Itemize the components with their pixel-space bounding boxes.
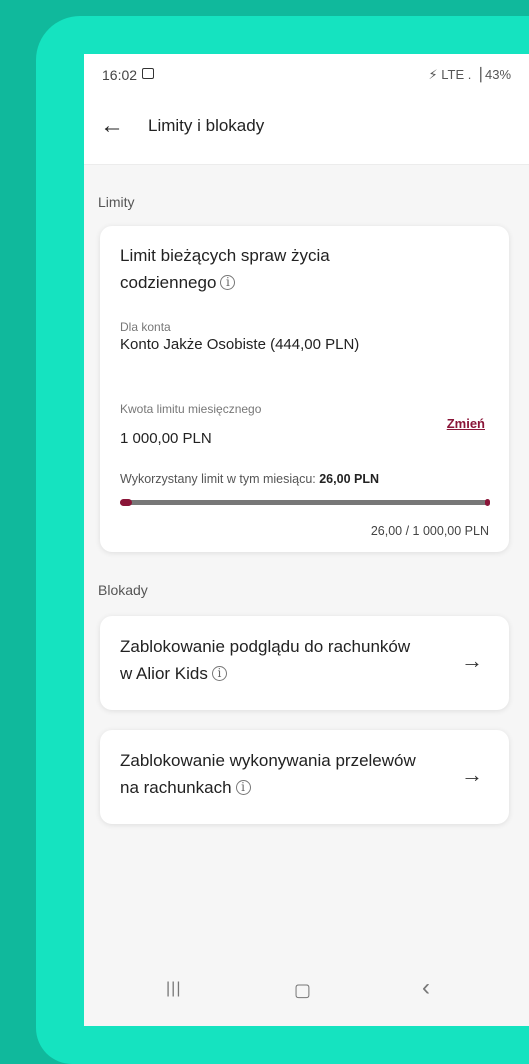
arrow-right-icon[interactable]: →: [461, 648, 483, 674]
recent-apps-icon[interactable]: |||: [166, 980, 181, 998]
limit-progress-end: [485, 499, 490, 506]
info-icon[interactable]: i: [235, 780, 251, 795]
block-card-title: Zablokowanie wykonywania przelewów na ra…: [120, 747, 420, 801]
used-limit-row: Wykorzystany limit w tym miesiącu: 26,00…: [120, 472, 379, 486]
block-card-title: Zablokowanie podglądu do rachunków w Ali…: [120, 633, 420, 687]
block-card-transfers[interactable]: Zablokowanie wykonywania przelewów na ra…: [100, 730, 509, 824]
change-limit-link[interactable]: Zmień: [447, 416, 485, 431]
monthly-limit-value: 1 000,00 PLN: [120, 430, 212, 447]
limit-progress-fill: [120, 499, 132, 506]
phone-screen: 16:02 ⚡ LTE .▕ 43% ← Limity i blokady Li…: [84, 54, 529, 1026]
used-limit-value: 26,00 PLN: [319, 472, 379, 486]
account-value: Konto Jakże Osobiste (444,00 PLN): [120, 336, 360, 353]
nav-back-icon[interactable]: ‹: [422, 974, 430, 1002]
status-time: 16:02: [102, 67, 138, 83]
info-icon[interactable]: i: [211, 666, 227, 681]
status-indicators: ⚡ LTE .▕ 43%: [428, 67, 511, 82]
app-bar: ← Limity i blokady: [84, 94, 529, 165]
home-icon[interactable]: ▢: [294, 980, 311, 1001]
back-arrow-icon[interactable]: ←: [100, 114, 124, 138]
page-title: Limity i blokady: [148, 116, 265, 135]
account-label: Dla konta: [120, 320, 171, 334]
limit-card: Limit bieżących spraw życia codziennego i…: [100, 226, 509, 552]
status-bar: 16:02 ⚡ LTE .▕ 43%: [84, 54, 529, 94]
used-limit-label: Wykorzystany limit w tym miesiącu:: [120, 472, 316, 486]
progress-text: 26,00 / 1 000,00 PLN: [370, 524, 489, 538]
notification-icon: [142, 68, 154, 79]
info-icon[interactable]: i: [220, 275, 236, 290]
monthly-limit-label: Kwota limitu miesięcznego: [120, 402, 262, 416]
block-card-title-text: Zablokowanie wykonywania przelewów na ra…: [120, 751, 416, 797]
limit-progress-bar: [120, 499, 490, 506]
section-blocks-header: Blokady: [98, 582, 148, 598]
limit-card-title: Limit bieżących spraw życia codziennego i: [120, 242, 420, 296]
system-nav-bar: ||| ▢ ‹: [84, 956, 529, 1026]
block-card-title-text: Zablokowanie podglądu do rachunków w Ali…: [120, 637, 411, 683]
section-limits-header: Limity: [98, 194, 135, 210]
arrow-right-icon[interactable]: →: [461, 762, 483, 788]
block-card-kids-preview[interactable]: Zablokowanie podglądu do rachunków w Ali…: [100, 616, 509, 710]
